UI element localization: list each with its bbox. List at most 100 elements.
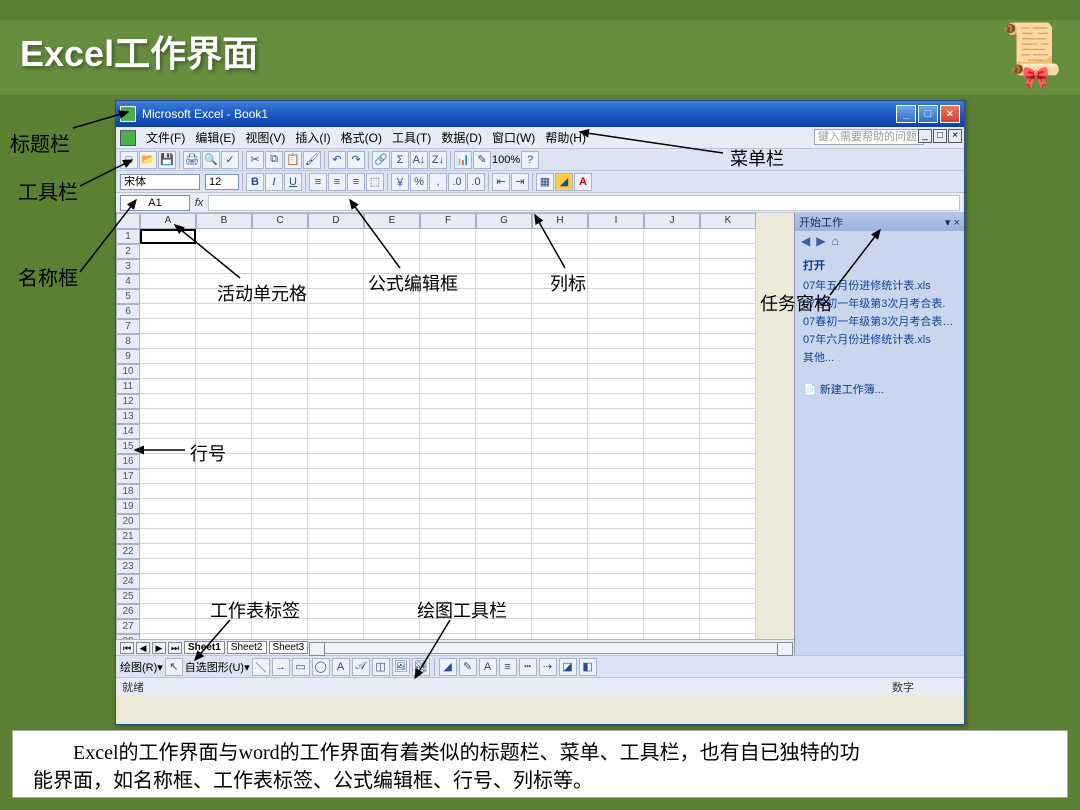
tp-back-icon[interactable]: ◀ — [801, 234, 810, 248]
row-header[interactable]: 23 — [116, 559, 140, 574]
cell[interactable] — [420, 349, 476, 364]
row-header[interactable]: 13 — [116, 409, 140, 424]
cell[interactable] — [476, 334, 532, 349]
cell[interactable] — [476, 379, 532, 394]
task-pane[interactable]: 开始工作 ▾ × ◀ ▶ ⌂ 打开 07年五月份进修统计表.xls 07春初一年… — [794, 213, 964, 655]
cell[interactable] — [308, 304, 364, 319]
cell[interactable] — [532, 424, 588, 439]
cell[interactable] — [252, 529, 308, 544]
cell[interactable] — [252, 439, 308, 454]
cell[interactable] — [476, 469, 532, 484]
tp-recent-item[interactable]: 其他... — [803, 349, 956, 365]
cell[interactable] — [252, 379, 308, 394]
cell[interactable] — [476, 229, 532, 244]
cell[interactable] — [140, 394, 196, 409]
cell[interactable] — [588, 604, 644, 619]
cell[interactable] — [308, 514, 364, 529]
cell[interactable] — [308, 439, 364, 454]
cell[interactable] — [700, 439, 756, 454]
indent-dec-icon[interactable]: ⇤ — [492, 173, 510, 191]
cell[interactable] — [476, 484, 532, 499]
cell[interactable] — [308, 289, 364, 304]
cell[interactable] — [140, 559, 196, 574]
cell[interactable] — [476, 289, 532, 304]
cell[interactable] — [700, 409, 756, 424]
preview-icon[interactable]: 🔍 — [202, 151, 220, 169]
cell[interactable] — [364, 364, 420, 379]
cell[interactable] — [308, 604, 364, 619]
cell[interactable] — [644, 424, 700, 439]
cell[interactable] — [588, 529, 644, 544]
cell[interactable] — [700, 499, 756, 514]
cell[interactable] — [588, 514, 644, 529]
row-header[interactable]: 3 — [116, 259, 140, 274]
cell[interactable] — [252, 229, 308, 244]
col-D[interactable]: D — [308, 213, 364, 229]
row-header[interactable]: 16 — [116, 454, 140, 469]
cell[interactable] — [140, 469, 196, 484]
cell[interactable] — [588, 484, 644, 499]
select-all-corner[interactable] — [116, 213, 140, 229]
dec-dec-icon[interactable]: .0 — [467, 173, 485, 191]
cell[interactable] — [700, 514, 756, 529]
cell[interactable] — [700, 334, 756, 349]
fill-color-icon[interactable]: ◢ — [439, 658, 457, 676]
cell[interactable] — [196, 469, 252, 484]
percent-icon[interactable]: % — [410, 173, 428, 191]
grid-row[interactable]: 12 — [116, 394, 794, 409]
cell[interactable] — [700, 604, 756, 619]
sheet-tab-bar[interactable]: ⏮ ◀ ▶ ⏭ Sheet1 Sheet2 Sheet3 — [116, 639, 794, 655]
cell[interactable] — [420, 319, 476, 334]
col-J[interactable]: J — [644, 213, 700, 229]
zoom-select[interactable]: 100% — [492, 154, 520, 166]
grid-row[interactable]: 13 — [116, 409, 794, 424]
cell[interactable] — [644, 544, 700, 559]
cell[interactable] — [700, 454, 756, 469]
oval-icon[interactable]: ◯ — [312, 658, 330, 676]
cell[interactable] — [308, 349, 364, 364]
cell[interactable] — [476, 499, 532, 514]
row-header[interactable]: 27 — [116, 619, 140, 634]
tp-home-icon[interactable]: ⌂ — [831, 234, 838, 248]
menu-bar[interactable]: 文件(F) 编辑(E) 视图(V) 插入(I) 格式(O) 工具(T) 数据(D… — [116, 127, 964, 149]
window-maximize-button[interactable]: □ — [918, 105, 938, 123]
cell[interactable] — [140, 529, 196, 544]
cell[interactable] — [140, 604, 196, 619]
cell[interactable] — [196, 319, 252, 334]
comma-icon[interactable]: , — [429, 173, 447, 191]
cell[interactable] — [644, 514, 700, 529]
cell[interactable] — [700, 364, 756, 379]
textbox-icon[interactable]: A — [332, 658, 350, 676]
cell[interactable] — [140, 289, 196, 304]
cell[interactable] — [308, 544, 364, 559]
cell[interactable] — [700, 484, 756, 499]
cell[interactable] — [252, 259, 308, 274]
row-header[interactable]: 6 — [116, 304, 140, 319]
cell[interactable] — [700, 319, 756, 334]
cell[interactable] — [700, 304, 756, 319]
draw-menu[interactable]: 绘图(R)▾ — [120, 659, 163, 675]
sort-desc-icon[interactable]: Z↓ — [429, 151, 447, 169]
cell[interactable] — [532, 349, 588, 364]
font-select[interactable]: 宋体 — [120, 174, 200, 190]
row-header[interactable]: 12 — [116, 394, 140, 409]
cell[interactable] — [140, 424, 196, 439]
cell[interactable] — [588, 439, 644, 454]
shadow-icon[interactable]: ◪ — [559, 658, 577, 676]
bold-icon[interactable]: B — [246, 173, 264, 191]
cell[interactable] — [252, 574, 308, 589]
formula-input[interactable] — [208, 195, 960, 211]
cell[interactable] — [308, 364, 364, 379]
doc-min-button[interactable]: _ — [918, 129, 932, 143]
cell[interactable] — [140, 274, 196, 289]
cell[interactable] — [140, 349, 196, 364]
cell[interactable] — [476, 394, 532, 409]
row-header[interactable]: 20 — [116, 514, 140, 529]
arrow-style-icon[interactable]: ⇢ — [539, 658, 557, 676]
cell[interactable] — [700, 379, 756, 394]
cell[interactable] — [588, 274, 644, 289]
3d-icon[interactable]: ◧ — [579, 658, 597, 676]
cell[interactable] — [644, 319, 700, 334]
cell[interactable] — [308, 499, 364, 514]
cell[interactable] — [308, 394, 364, 409]
